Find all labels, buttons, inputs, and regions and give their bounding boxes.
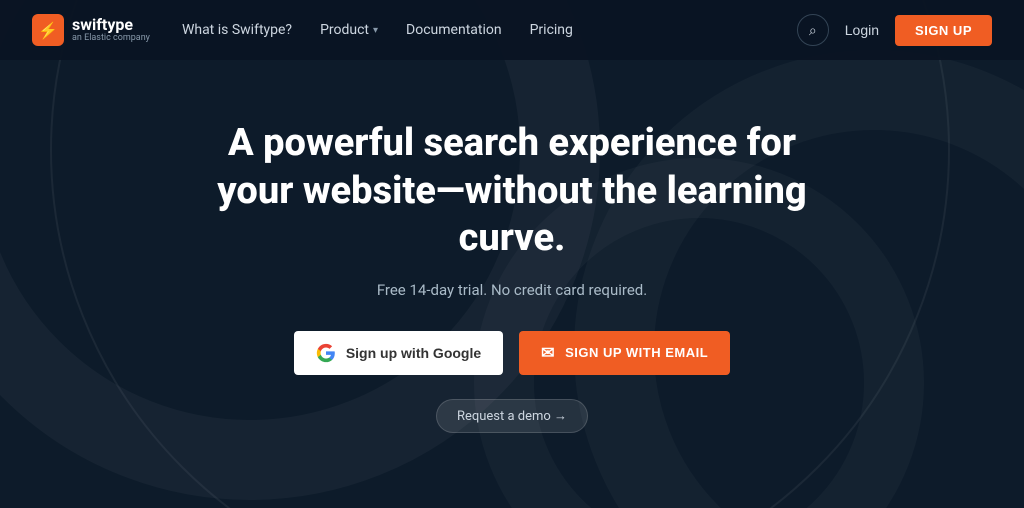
hero-section: A powerful search experience for your we… — [0, 60, 1024, 433]
logo[interactable]: ⚡ swiftype an Elastic company — [32, 14, 150, 46]
google-icon — [316, 343, 336, 363]
nav-right: ⌕ Login SIGN UP — [797, 14, 992, 46]
lightning-icon: ⚡ — [38, 21, 58, 40]
logo-icon: ⚡ — [32, 14, 64, 46]
brand-name: swiftype — [72, 16, 150, 34]
email-signup-label: SIGN UP WITH EMAIL — [565, 345, 708, 360]
nav-item-pricing[interactable]: Pricing — [530, 22, 573, 38]
google-signup-button[interactable]: Sign up with Google — [294, 331, 503, 375]
search-button[interactable]: ⌕ — [797, 14, 829, 46]
nav-item-documentation[interactable]: Documentation — [406, 22, 502, 38]
nav-item-product[interactable]: Product ▾ — [320, 22, 378, 38]
hero-title: A powerful search experience for your we… — [202, 120, 822, 263]
brand-tagline: an Elastic company — [72, 33, 150, 44]
search-icon: ⌕ — [809, 22, 817, 39]
chevron-down-icon: ▾ — [373, 25, 378, 36]
envelope-icon: ✉ — [541, 343, 555, 363]
logo-text: swiftype an Elastic company — [72, 16, 150, 44]
hero-subtitle: Free 14-day trial. No credit card requir… — [377, 281, 647, 299]
nav-item-what-is-swiftype[interactable]: What is Swiftype? — [182, 22, 292, 38]
nav-links: What is Swiftype? Product ▾ Documentatio… — [182, 22, 797, 38]
cta-buttons: Sign up with Google ✉ SIGN UP WITH EMAIL — [294, 331, 730, 375]
email-signup-button[interactable]: ✉ SIGN UP WITH EMAIL — [519, 331, 730, 375]
login-button[interactable]: Login — [845, 22, 879, 38]
navbar: ⚡ swiftype an Elastic company What is Sw… — [0, 0, 1024, 60]
nav-signup-button[interactable]: SIGN UP — [895, 15, 992, 46]
demo-link[interactable]: Request a demo → — [436, 399, 588, 433]
google-signup-label: Sign up with Google — [346, 345, 481, 361]
